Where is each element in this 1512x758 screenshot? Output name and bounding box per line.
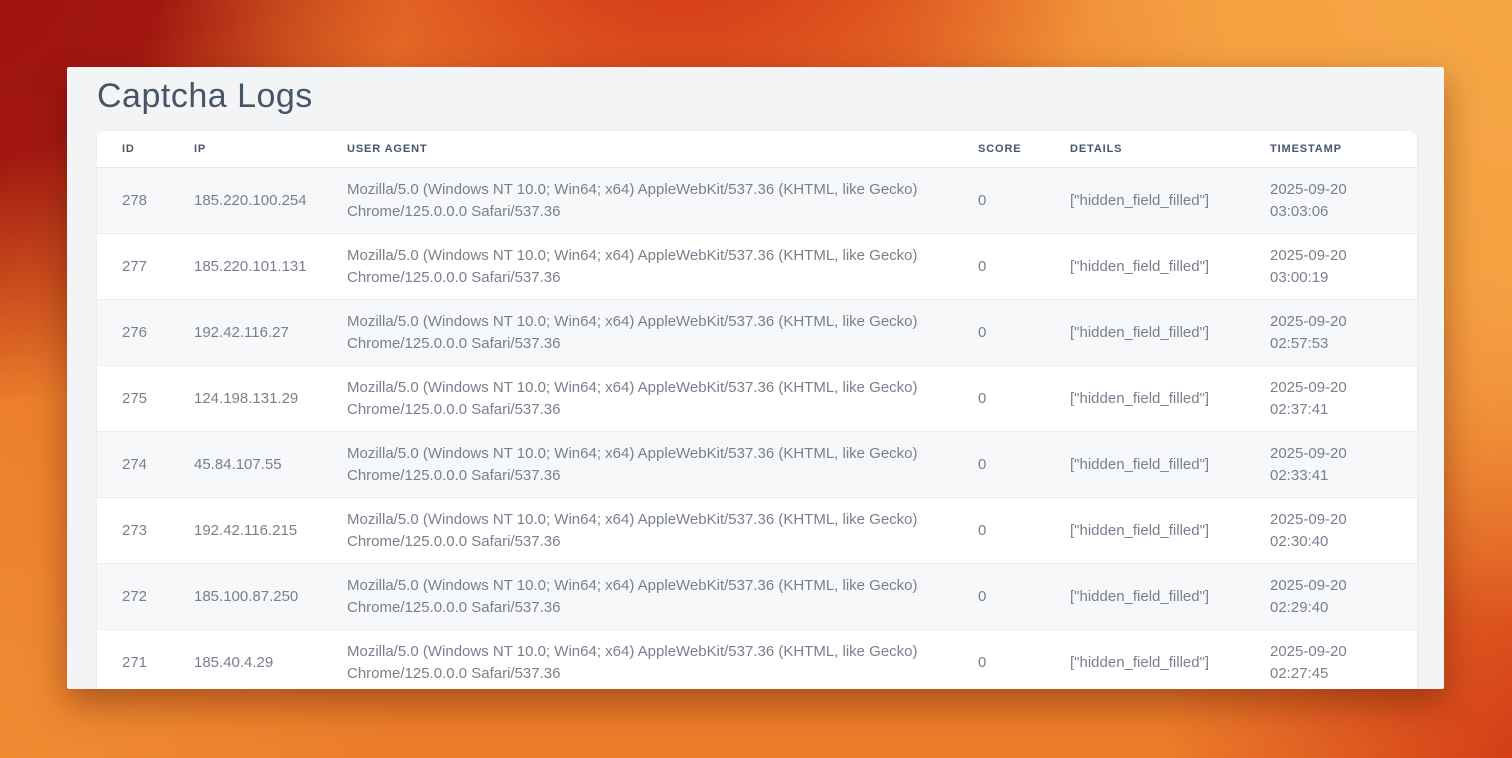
page-title: Captcha Logs [97,75,1414,117]
table-row: 278 185.220.100.254 Mozilla/5.0 (Windows… [97,168,1417,234]
column-header-id: ID [97,143,169,155]
cell-user-agent: Mozilla/5.0 (Windows NT 10.0; Win64; x64… [322,179,953,223]
captcha-logs-card: Captcha Logs IDIPUSER AGENTSCOREDETAILST… [67,67,1444,689]
table-row: 274 45.84.107.55 Mozilla/5.0 (Windows NT… [97,432,1417,498]
cell-timestamp: 2025-09-20 03:00:19 [1245,245,1417,289]
cell-details: ["hidden_field_filled"] [1045,190,1245,212]
cell-score: 0 [953,190,1045,212]
cell-id: 272 [97,586,169,608]
cell-id: 278 [97,190,169,212]
cell-id: 275 [97,388,169,410]
cell-ip: 192.42.116.215 [169,520,322,542]
column-header-ip: IP [169,143,322,155]
cell-user-agent: Mozilla/5.0 (Windows NT 10.0; Win64; x64… [322,245,953,289]
column-header-score: SCORE [953,143,1045,155]
cell-details: ["hidden_field_filled"] [1045,586,1245,608]
cell-id: 271 [97,652,169,674]
cell-score: 0 [953,256,1045,278]
cell-id: 273 [97,520,169,542]
cell-timestamp: 2025-09-20 02:27:45 [1245,641,1417,685]
cell-id: 276 [97,322,169,344]
table-row: 271 185.40.4.29 Mozilla/5.0 (Windows NT … [97,630,1417,689]
cell-ip: 192.42.116.27 [169,322,322,344]
cell-ip: 185.220.101.131 [169,256,322,278]
table-header-row: IDIPUSER AGENTSCOREDETAILSTIMESTAMP [97,131,1417,168]
cell-ip: 124.198.131.29 [169,388,322,410]
cell-ip: 185.220.100.254 [169,190,322,212]
table-row: 276 192.42.116.27 Mozilla/5.0 (Windows N… [97,300,1417,366]
cell-details: ["hidden_field_filled"] [1045,388,1245,410]
cell-user-agent: Mozilla/5.0 (Windows NT 10.0; Win64; x64… [322,575,953,619]
cell-user-agent: Mozilla/5.0 (Windows NT 10.0; Win64; x64… [322,311,953,355]
table-body: 278 185.220.100.254 Mozilla/5.0 (Windows… [97,168,1417,689]
captcha-logs-table[interactable]: IDIPUSER AGENTSCOREDETAILSTIMESTAMP 278 … [97,131,1417,689]
table-row: 275 124.198.131.29 Mozilla/5.0 (Windows … [97,366,1417,432]
cell-id: 274 [97,454,169,476]
cell-user-agent: Mozilla/5.0 (Windows NT 10.0; Win64; x64… [322,443,953,487]
cell-score: 0 [953,520,1045,542]
column-header-details: DETAILS [1045,143,1245,155]
cell-score: 0 [953,388,1045,410]
cell-user-agent: Mozilla/5.0 (Windows NT 10.0; Win64; x64… [322,377,953,421]
cell-score: 0 [953,322,1045,344]
cell-timestamp: 2025-09-20 02:57:53 [1245,311,1417,355]
column-header-ua: USER AGENT [322,143,953,155]
cell-timestamp: 2025-09-20 03:03:06 [1245,179,1417,223]
cell-ip: 185.100.87.250 [169,586,322,608]
cell-timestamp: 2025-09-20 02:29:40 [1245,575,1417,619]
cell-score: 0 [953,652,1045,674]
cell-score: 0 [953,586,1045,608]
cell-id: 277 [97,256,169,278]
cell-user-agent: Mozilla/5.0 (Windows NT 10.0; Win64; x64… [322,509,953,553]
cell-details: ["hidden_field_filled"] [1045,652,1245,674]
cell-timestamp: 2025-09-20 02:30:40 [1245,509,1417,553]
table-row: 277 185.220.101.131 Mozilla/5.0 (Windows… [97,234,1417,300]
cell-timestamp: 2025-09-20 02:33:41 [1245,443,1417,487]
cell-ip: 185.40.4.29 [169,652,322,674]
cell-ip: 45.84.107.55 [169,454,322,476]
table-row: 272 185.100.87.250 Mozilla/5.0 (Windows … [97,564,1417,630]
cell-details: ["hidden_field_filled"] [1045,520,1245,542]
column-header-ts: TIMESTAMP [1245,143,1417,155]
desktop-background: { "page": { "title": "Captcha Logs" }, "… [0,0,1512,758]
cell-timestamp: 2025-09-20 02:37:41 [1245,377,1417,421]
cell-details: ["hidden_field_filled"] [1045,454,1245,476]
cell-details: ["hidden_field_filled"] [1045,256,1245,278]
cell-user-agent: Mozilla/5.0 (Windows NT 10.0; Win64; x64… [322,641,953,685]
cell-score: 0 [953,454,1045,476]
cell-details: ["hidden_field_filled"] [1045,322,1245,344]
table-row: 273 192.42.116.215 Mozilla/5.0 (Windows … [97,498,1417,564]
